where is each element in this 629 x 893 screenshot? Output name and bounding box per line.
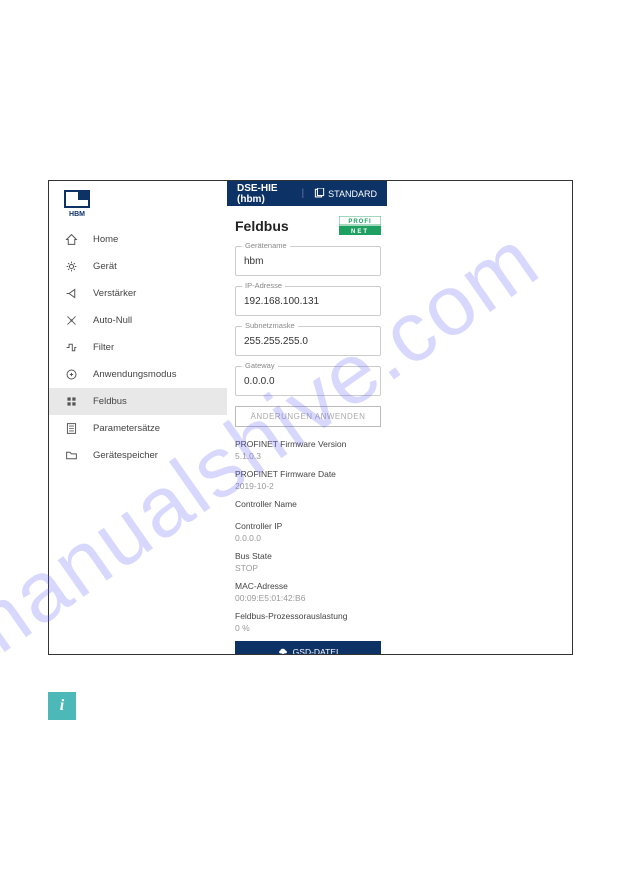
svg-text:HBM: HBM — [69, 211, 85, 217]
ctrl-ip-label: Controller IP — [235, 521, 381, 531]
ctrl-name-label: Controller Name — [235, 499, 381, 509]
header-title: DSE-HIE (hbm) — [237, 183, 291, 205]
fw-ver-value: 5.1.0.3 — [235, 451, 381, 461]
svg-text:NET: NET — [351, 229, 369, 235]
mac-value: 00:09:E5:01:42:B6 — [235, 593, 381, 603]
fw-date-label: PROFINET Firmware Date — [235, 469, 381, 479]
load-value: 0 % — [235, 623, 381, 633]
hbm-logo: HBM — [63, 189, 91, 217]
ip-input[interactable] — [236, 287, 380, 315]
sidebar: Home Gerät Verstärker Auto-Null Filter A… — [49, 226, 227, 469]
device-name-field[interactable]: Gerätename — [235, 246, 381, 276]
bus-state-value: STOP — [235, 563, 381, 573]
appmode-icon — [63, 367, 79, 383]
feldbus-icon — [63, 394, 79, 410]
sidebar-item-amplifier[interactable]: Verstärker — [49, 280, 227, 307]
load-label: Feldbus-Prozessorauslastung — [235, 611, 381, 621]
main-panel: Feldbus PROFI NET Gerätename IP-Adresse S… — [227, 206, 389, 654]
gateway-field[interactable]: Gateway — [235, 366, 381, 396]
cloud-download-icon — [278, 647, 288, 654]
header-separator: | — [301, 188, 304, 199]
app-frame: HBM DSE-HIE (hbm) | STANDARD Home Gerät … — [48, 180, 573, 655]
amplifier-icon — [63, 286, 79, 302]
ctrl-ip-value: 0.0.0.0 — [235, 533, 381, 543]
bus-state-label: Bus State — [235, 551, 381, 561]
gsd-file-button[interactable]: GSD-DATEI — [235, 641, 381, 654]
svg-text:PROFI: PROFI — [348, 219, 371, 225]
apply-changes-button[interactable]: ÄNDERUNGEN ANWENDEN — [235, 406, 381, 427]
sidebar-item-feldbus[interactable]: Feldbus — [49, 388, 227, 415]
autonull-icon — [63, 313, 79, 329]
copy-icon — [314, 188, 325, 199]
storage-icon — [63, 448, 79, 464]
sidebar-item-params[interactable]: Parametersätze — [49, 415, 227, 442]
filter-icon — [63, 340, 79, 356]
sidebar-item-device[interactable]: Gerät — [49, 253, 227, 280]
device-name-input[interactable] — [236, 247, 380, 275]
gear-icon — [63, 259, 79, 275]
sidebar-item-storage[interactable]: Gerätespeicher — [49, 442, 227, 469]
sidebar-item-home[interactable]: Home — [49, 226, 227, 253]
header-bar: DSE-HIE (hbm) | STANDARD — [227, 181, 387, 206]
params-icon — [63, 421, 79, 437]
standard-button[interactable]: STANDARD — [314, 188, 377, 199]
sidebar-item-appmode[interactable]: Anwendungsmodus — [49, 361, 227, 388]
subnet-field[interactable]: Subnetzmaske — [235, 326, 381, 356]
sidebar-item-filter[interactable]: Filter — [49, 334, 227, 361]
ip-field[interactable]: IP-Adresse — [235, 286, 381, 316]
subnet-input[interactable] — [236, 327, 380, 355]
profinet-logo: PROFI NET — [339, 216, 381, 236]
fw-ver-label: PROFINET Firmware Version — [235, 439, 381, 449]
sidebar-item-autonull[interactable]: Auto-Null — [49, 307, 227, 334]
fw-date-value: 2019-10-2 — [235, 481, 381, 491]
gateway-input[interactable] — [236, 367, 380, 395]
home-icon — [63, 232, 79, 248]
page-title: Feldbus — [235, 218, 289, 234]
info-icon: i — [48, 692, 76, 720]
mac-label: MAC-Adresse — [235, 581, 381, 591]
